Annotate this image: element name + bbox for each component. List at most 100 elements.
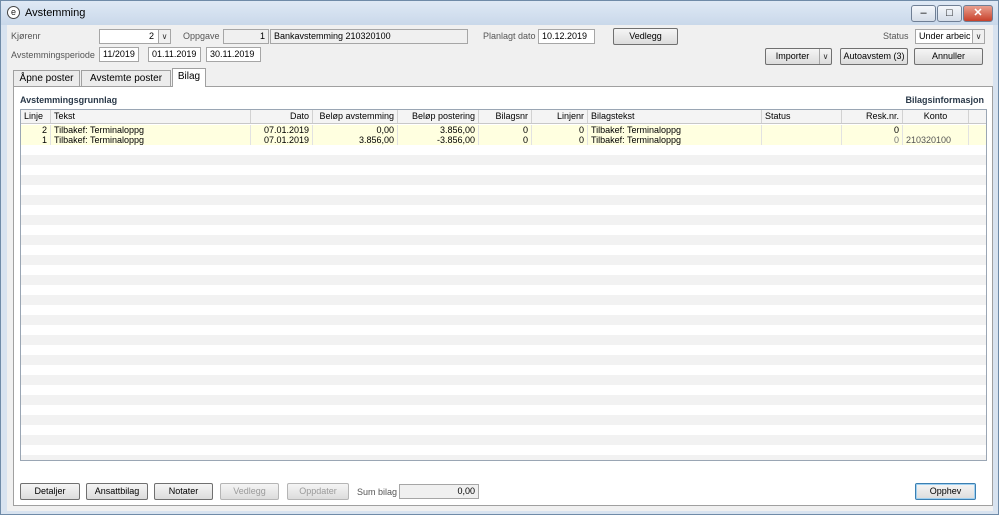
- cell-bilagstekst: Tilbakef: Terminaloppg: [588, 125, 762, 135]
- cell-tekst: Tilbakef: Terminaloppg: [51, 125, 251, 135]
- col-resknr[interactable]: Resk.nr.: [842, 110, 903, 123]
- cell-konto: 210320100: [903, 135, 969, 145]
- chevron-down-icon[interactable]: ∨: [819, 49, 831, 64]
- notater-button[interactable]: Notater: [154, 483, 213, 500]
- col-belop-avstemming[interactable]: Beløp avstemming: [313, 110, 398, 123]
- empty-row: [21, 375, 986, 385]
- table-row[interactable]: 2 Tilbakef: Terminaloppg 07.01.2019 0,00…: [21, 125, 986, 135]
- chevron-down-icon[interactable]: ∨: [972, 30, 984, 43]
- cell-bilagstekst: Tilbakef: Terminaloppg: [588, 135, 762, 145]
- planlagt-dato-label: Planlagt dato: [483, 31, 536, 41]
- opphev-button[interactable]: Opphev: [915, 483, 976, 500]
- empty-row: [21, 255, 986, 265]
- importer-label: Importer: [775, 51, 810, 61]
- empty-row: [21, 405, 986, 415]
- cell-linjenr: 0: [532, 135, 588, 145]
- ansattbilag-button[interactable]: Ansattbilag: [86, 483, 148, 500]
- title-bar: e Avstemming – □ ✕: [1, 1, 998, 25]
- empty-row: [21, 435, 986, 445]
- cell-belop-postering: 3.856,00: [398, 125, 479, 135]
- empty-row: [21, 445, 986, 455]
- cell-dato: 07.01.2019: [251, 125, 313, 135]
- col-bilagstekst[interactable]: Bilagstekst: [588, 110, 762, 123]
- minimize-icon[interactable]: –: [911, 5, 936, 22]
- empty-row: [21, 455, 986, 460]
- status-select[interactable]: Under arbeic ∨: [915, 29, 985, 44]
- col-status[interactable]: Status: [762, 110, 842, 123]
- chevron-down-icon[interactable]: ∨: [158, 30, 170, 43]
- sum-bilag-label: Sum bilag: [357, 487, 398, 497]
- cell-belop-postering: -3.856,00: [398, 135, 479, 145]
- cell-dato: 07.01.2019: [251, 135, 313, 145]
- cell-belop-avstemming: 3.856,00: [313, 135, 398, 145]
- col-linje[interactable]: Linje: [21, 110, 51, 123]
- annuller-button[interactable]: Annuller: [914, 48, 983, 65]
- bilag-table[interactable]: Linje Tekst Dato Beløp avstemming Beløp …: [20, 109, 987, 461]
- status-label: Status: [883, 31, 909, 41]
- empty-row: [21, 235, 986, 245]
- empty-row: [21, 355, 986, 365]
- empty-row: [21, 195, 986, 205]
- cell-status: [762, 135, 842, 145]
- tab-apne-poster[interactable]: Åpne poster: [13, 70, 80, 86]
- empty-row: [21, 215, 986, 225]
- empty-row: [21, 145, 986, 155]
- oppgave-number-field: 1: [223, 29, 269, 44]
- window-content: Kjørenr 2 ∨ Oppgave 1 Bankavstemming 210…: [7, 25, 993, 511]
- cell-resknr: 0: [842, 135, 903, 145]
- col-tekst[interactable]: Tekst: [51, 110, 251, 123]
- empty-row: [21, 295, 986, 305]
- periode-to-field[interactable]: 30.11.2019: [206, 47, 261, 62]
- vedlegg-header-button[interactable]: Vedlegg: [613, 28, 678, 45]
- empty-row: [21, 285, 986, 295]
- detaljer-button[interactable]: Detaljer: [20, 483, 80, 500]
- empty-row: [21, 305, 986, 315]
- window-title: Avstemming: [25, 7, 86, 19]
- table-header: Linje Tekst Dato Beløp avstemming Beløp …: [21, 110, 986, 124]
- tab-bilag[interactable]: Bilag: [172, 68, 206, 87]
- avstemmingsperiode-label: Avstemmingsperiode: [11, 50, 95, 60]
- table-row[interactable]: 1 Tilbakef: Terminaloppg 07.01.2019 3.85…: [21, 135, 986, 145]
- oppgave-label: Oppgave: [183, 31, 220, 41]
- empty-row: [21, 265, 986, 275]
- empty-row: [21, 275, 986, 285]
- bilagsinformasjon-title: Bilagsinformasjon: [905, 95, 984, 105]
- bilag-panel: Avstemmingsgrunnlag Bilagsinformasjon Li…: [13, 86, 993, 506]
- maximize-icon[interactable]: □: [937, 5, 962, 22]
- col-konto[interactable]: Konto: [903, 110, 969, 123]
- periode-from-field[interactable]: 01.11.2019: [148, 47, 201, 62]
- empty-row: [21, 385, 986, 395]
- empty-row: [21, 335, 986, 345]
- col-belop-postering[interactable]: Beløp postering: [398, 110, 479, 123]
- tab-avstemte-poster[interactable]: Avstemte poster: [81, 70, 171, 86]
- kjorenr-select[interactable]: 2 ∨: [99, 29, 171, 44]
- importer-button[interactable]: Importer ∨: [765, 48, 832, 65]
- avstemmingsgrunnlag-title: Avstemmingsgrunnlag: [20, 95, 118, 105]
- empty-row: [21, 325, 986, 335]
- col-dato[interactable]: Dato: [251, 110, 313, 123]
- cell-bilagsnr: 0: [479, 125, 532, 135]
- empty-row: [21, 225, 986, 235]
- col-bilagsnr[interactable]: Bilagsnr: [479, 110, 532, 123]
- empty-row: [21, 205, 986, 215]
- empty-row: [21, 155, 986, 165]
- col-linjenr[interactable]: Linjenr: [532, 110, 588, 123]
- cell-bilagsnr: 0: [479, 135, 532, 145]
- planlagt-dato-field[interactable]: 10.12.2019: [538, 29, 595, 44]
- cell-linje: 1: [21, 135, 51, 145]
- cell-tekst: Tilbakef: Terminaloppg: [51, 135, 251, 145]
- kjorenr-value: 2: [148, 31, 154, 41]
- empty-row: [21, 315, 986, 325]
- autoavstem-button[interactable]: Autoavstem (3): [840, 48, 908, 65]
- empty-row: [21, 345, 986, 355]
- kjorenr-label: Kjørenr: [11, 31, 41, 41]
- cell-linje: 2: [21, 125, 51, 135]
- cell-linjenr: 0: [532, 125, 588, 135]
- close-icon[interactable]: ✕: [963, 5, 993, 22]
- sum-bilag-field: 0,00: [399, 484, 479, 499]
- vedlegg-footer-button[interactable]: Vedlegg: [220, 483, 279, 500]
- periode-field[interactable]: 11/2019: [99, 47, 139, 62]
- cell-konto: [903, 125, 969, 135]
- oppdater-button[interactable]: Oppdater: [287, 483, 349, 500]
- oppgave-text-field: Bankavstemming 210320100: [270, 29, 468, 44]
